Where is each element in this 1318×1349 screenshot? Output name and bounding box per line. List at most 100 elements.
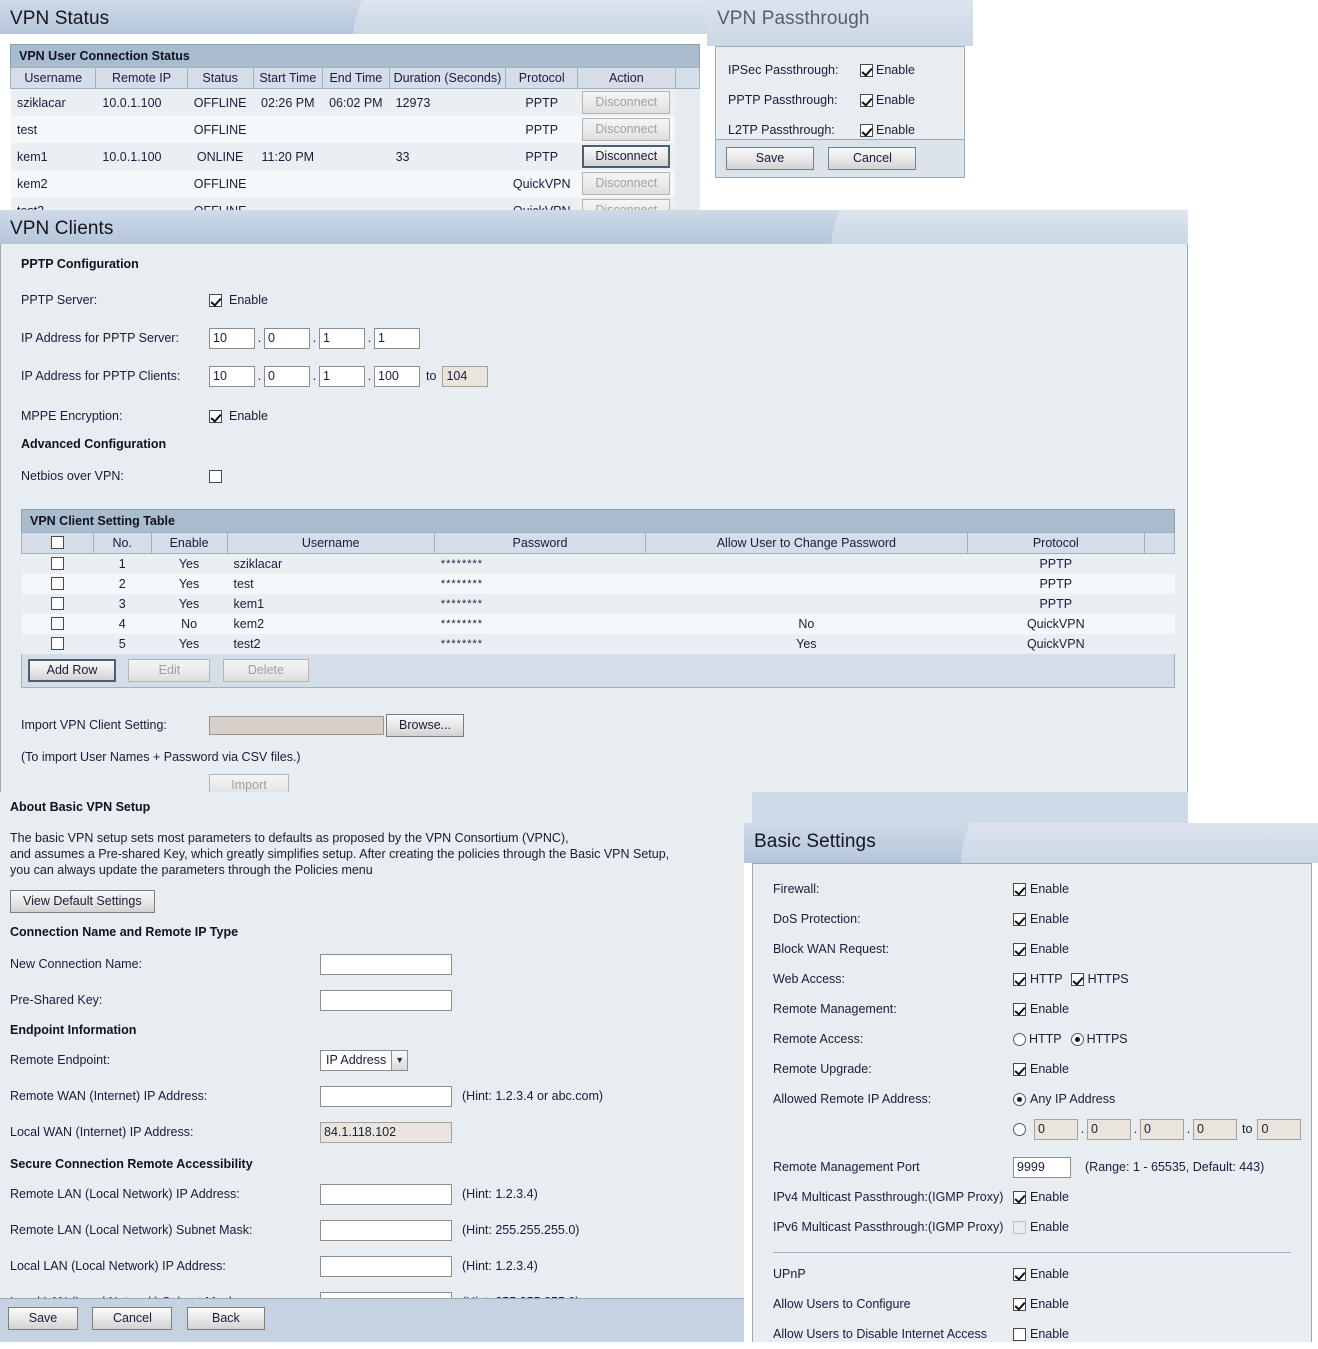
protocol-cell: PPTP <box>525 95 559 110</box>
local-lan-ip-label: Local LAN (Local Network) IP Address: <box>10 1259 226 1273</box>
pptp-server-ip-octet-1[interactable] <box>209 327 255 349</box>
ipv6-multicast-enable-label: Enable <box>1030 1220 1069 1234</box>
web-access-https-checkbox[interactable] <box>1070 972 1084 986</box>
upnp-checkbox[interactable] <box>1013 1267 1026 1281</box>
pptp-server-checkbox[interactable] <box>209 293 222 307</box>
pre-shared-key-input[interactable] <box>320 989 452 1011</box>
page-title: VPN Status <box>10 8 110 29</box>
passthrough-checkbox[interactable] <box>860 93 873 107</box>
remote-access-https-radio[interactable] <box>1070 1032 1084 1046</box>
select-all-checkbox[interactable] <box>50 536 64 549</box>
view-default-settings-button[interactable]: View Default Settings <box>10 890 155 913</box>
remote-wan-ip-input[interactable] <box>320 1085 452 1107</box>
remote-management-checkbox[interactable] <box>1013 1002 1026 1016</box>
allow-change-password-cell <box>646 594 967 614</box>
col-action: Action <box>577 67 676 89</box>
pptp-server-ip-octet-3[interactable] <box>319 327 365 349</box>
save-button[interactable]: Save <box>8 1307 78 1330</box>
firewall-checkbox[interactable] <box>1013 882 1026 896</box>
back-button[interactable]: Back <box>186 1307 265 1330</box>
import-file-input[interactable] <box>209 715 384 735</box>
allow-users-configure-enable-label: Enable <box>1030 1297 1069 1311</box>
action-cell: Disconnect <box>578 89 675 117</box>
row-select-checkbox[interactable] <box>50 617 64 630</box>
ipv4-multicast-enable-label: Enable <box>1030 1190 1069 1204</box>
remote-management-port-label: Remote Management Port <box>773 1160 920 1174</box>
mppe-encryption-checkbox[interactable] <box>209 409 222 423</box>
allow-users-disable-internet-checkbox[interactable] <box>1013 1327 1026 1341</box>
allow-change-password-cell <box>646 574 967 594</box>
vpn-user-connection-status-table: Username Remote IP Status Start Time End… <box>9 67 701 224</box>
browse-button[interactable]: Browse... <box>386 713 465 737</box>
pptp-clients-ip-octet-2[interactable] <box>264 365 310 387</box>
allowed-remote-ip-label: Allowed Remote IP Address: <box>773 1092 932 1106</box>
table-header-row: Username Remote IP Status Start Time End… <box>9 67 701 89</box>
end-time-cell: 06:02 PM <box>329 95 383 110</box>
pptp-server-ip-octet-4[interactable] <box>374 327 420 349</box>
remote-management-port-input[interactable] <box>1013 1156 1071 1178</box>
row-select-checkbox[interactable] <box>50 557 64 570</box>
start-time-cell: 11:20 PM <box>261 149 315 164</box>
disconnect-button[interactable]: Disconnect <box>582 145 671 168</box>
any-ip-address-radio[interactable] <box>1013 1092 1026 1106</box>
remote-management-enable-label: Enable <box>1030 1002 1069 1016</box>
dos-protection-checkbox[interactable] <box>1013 912 1026 926</box>
remote-access-http-radio[interactable] <box>1013 1032 1026 1046</box>
vpn-status-panel: VPN Status VPN User Connection Status Us… <box>0 0 710 224</box>
local-wan-ip-value <box>320 1121 452 1143</box>
client-table-toolbar: Add Row Edit Delete <box>21 654 1175 688</box>
username-cell: kem1 <box>17 149 48 164</box>
spacer-cell <box>675 143 700 170</box>
row-select-cell <box>22 574 94 594</box>
row-select-checkbox[interactable] <box>50 637 64 650</box>
passthrough-save-button[interactable]: Save <box>726 147 814 170</box>
firewall-label: Firewall: <box>773 882 820 896</box>
passthrough-checkbox[interactable] <box>860 123 873 137</box>
pptp-clients-to-label: to <box>426 369 437 383</box>
pptp-server-ip-octet-2[interactable] <box>264 327 310 349</box>
add-row-button[interactable]: Add Row <box>28 659 116 682</box>
passthrough-enable-label: Enable <box>876 93 915 107</box>
col-no: No. <box>92 532 152 554</box>
passthrough-cancel-button[interactable]: Cancel <box>828 147 917 170</box>
vpn-passthrough-footer: Save Cancel <box>715 140 965 178</box>
passthrough-row: IPSec Passthrough: Enable <box>728 55 964 85</box>
pptp-clients-ip-octet-4[interactable] <box>374 365 420 387</box>
ipv4-multicast-checkbox[interactable] <box>1013 1190 1026 1204</box>
table-row: 5 Yes test2 ******** Yes QuickVPN <box>21 634 1175 654</box>
about-basic-vpn-setup-panel: About Basic VPN Setup The basic VPN setu… <box>0 792 752 1313</box>
cancel-button[interactable]: Cancel <box>92 1307 173 1330</box>
specific-ip-range-radio[interactable] <box>1013 1122 1026 1136</box>
row-select-checkbox[interactable] <box>50 577 64 590</box>
passthrough-checkbox[interactable] <box>860 63 873 77</box>
netbios-over-vpn-checkbox[interactable] <box>209 469 222 483</box>
remote-ip-cell: 10.0.1.100 <box>102 149 162 164</box>
block-wan-request-checkbox[interactable] <box>1013 942 1026 956</box>
remote-endpoint-select[interactable]: IP Address ▼ <box>320 1049 409 1071</box>
ipv6-multicast-checkbox <box>1013 1220 1026 1234</box>
local-lan-ip-input[interactable] <box>320 1255 452 1277</box>
remote-lan-ip-input[interactable] <box>320 1183 452 1205</box>
dos-protection-enable-label: Enable <box>1030 912 1069 926</box>
remote-upgrade-checkbox[interactable] <box>1013 1062 1026 1076</box>
remote-management-port-hint: (Range: 1 - 65535, Default: 443) <box>1085 1160 1265 1174</box>
new-connection-name-input[interactable] <box>320 953 452 975</box>
pptp-clients-ip-octet-1[interactable] <box>209 365 255 387</box>
secure-connection-heading: Secure Connection Remote Accessibility <box>10 1157 253 1171</box>
pptp-clients-ip-octet-3[interactable] <box>319 365 365 387</box>
vpn-client-setting-table: No. Enable Username Password Allow User … <box>21 532 1175 654</box>
web-access-http-checkbox[interactable] <box>1013 972 1026 986</box>
username-cell: test <box>17 122 38 137</box>
remote-lan-mask-input[interactable] <box>320 1219 452 1241</box>
duration-cell: 33 <box>395 149 410 164</box>
status-cell: OFFLINE <box>193 176 247 191</box>
web-access-http-label: HTTP <box>1030 972 1063 986</box>
allow-users-configure-checkbox[interactable] <box>1013 1297 1026 1311</box>
status-cell: OFFLINE <box>193 122 247 137</box>
table-row: 2 Yes test ******** PPTP <box>21 574 1175 594</box>
pptp-clients-ip-label: IP Address for PPTP Clients: <box>21 369 181 383</box>
import-note: (To import User Names + Password via CSV… <box>21 750 301 764</box>
row-select-checkbox[interactable] <box>50 597 64 610</box>
vpn-status-table-caption: VPN User Connection Status <box>10 44 700 67</box>
pptp-server-label: PPTP Server: <box>21 293 98 307</box>
